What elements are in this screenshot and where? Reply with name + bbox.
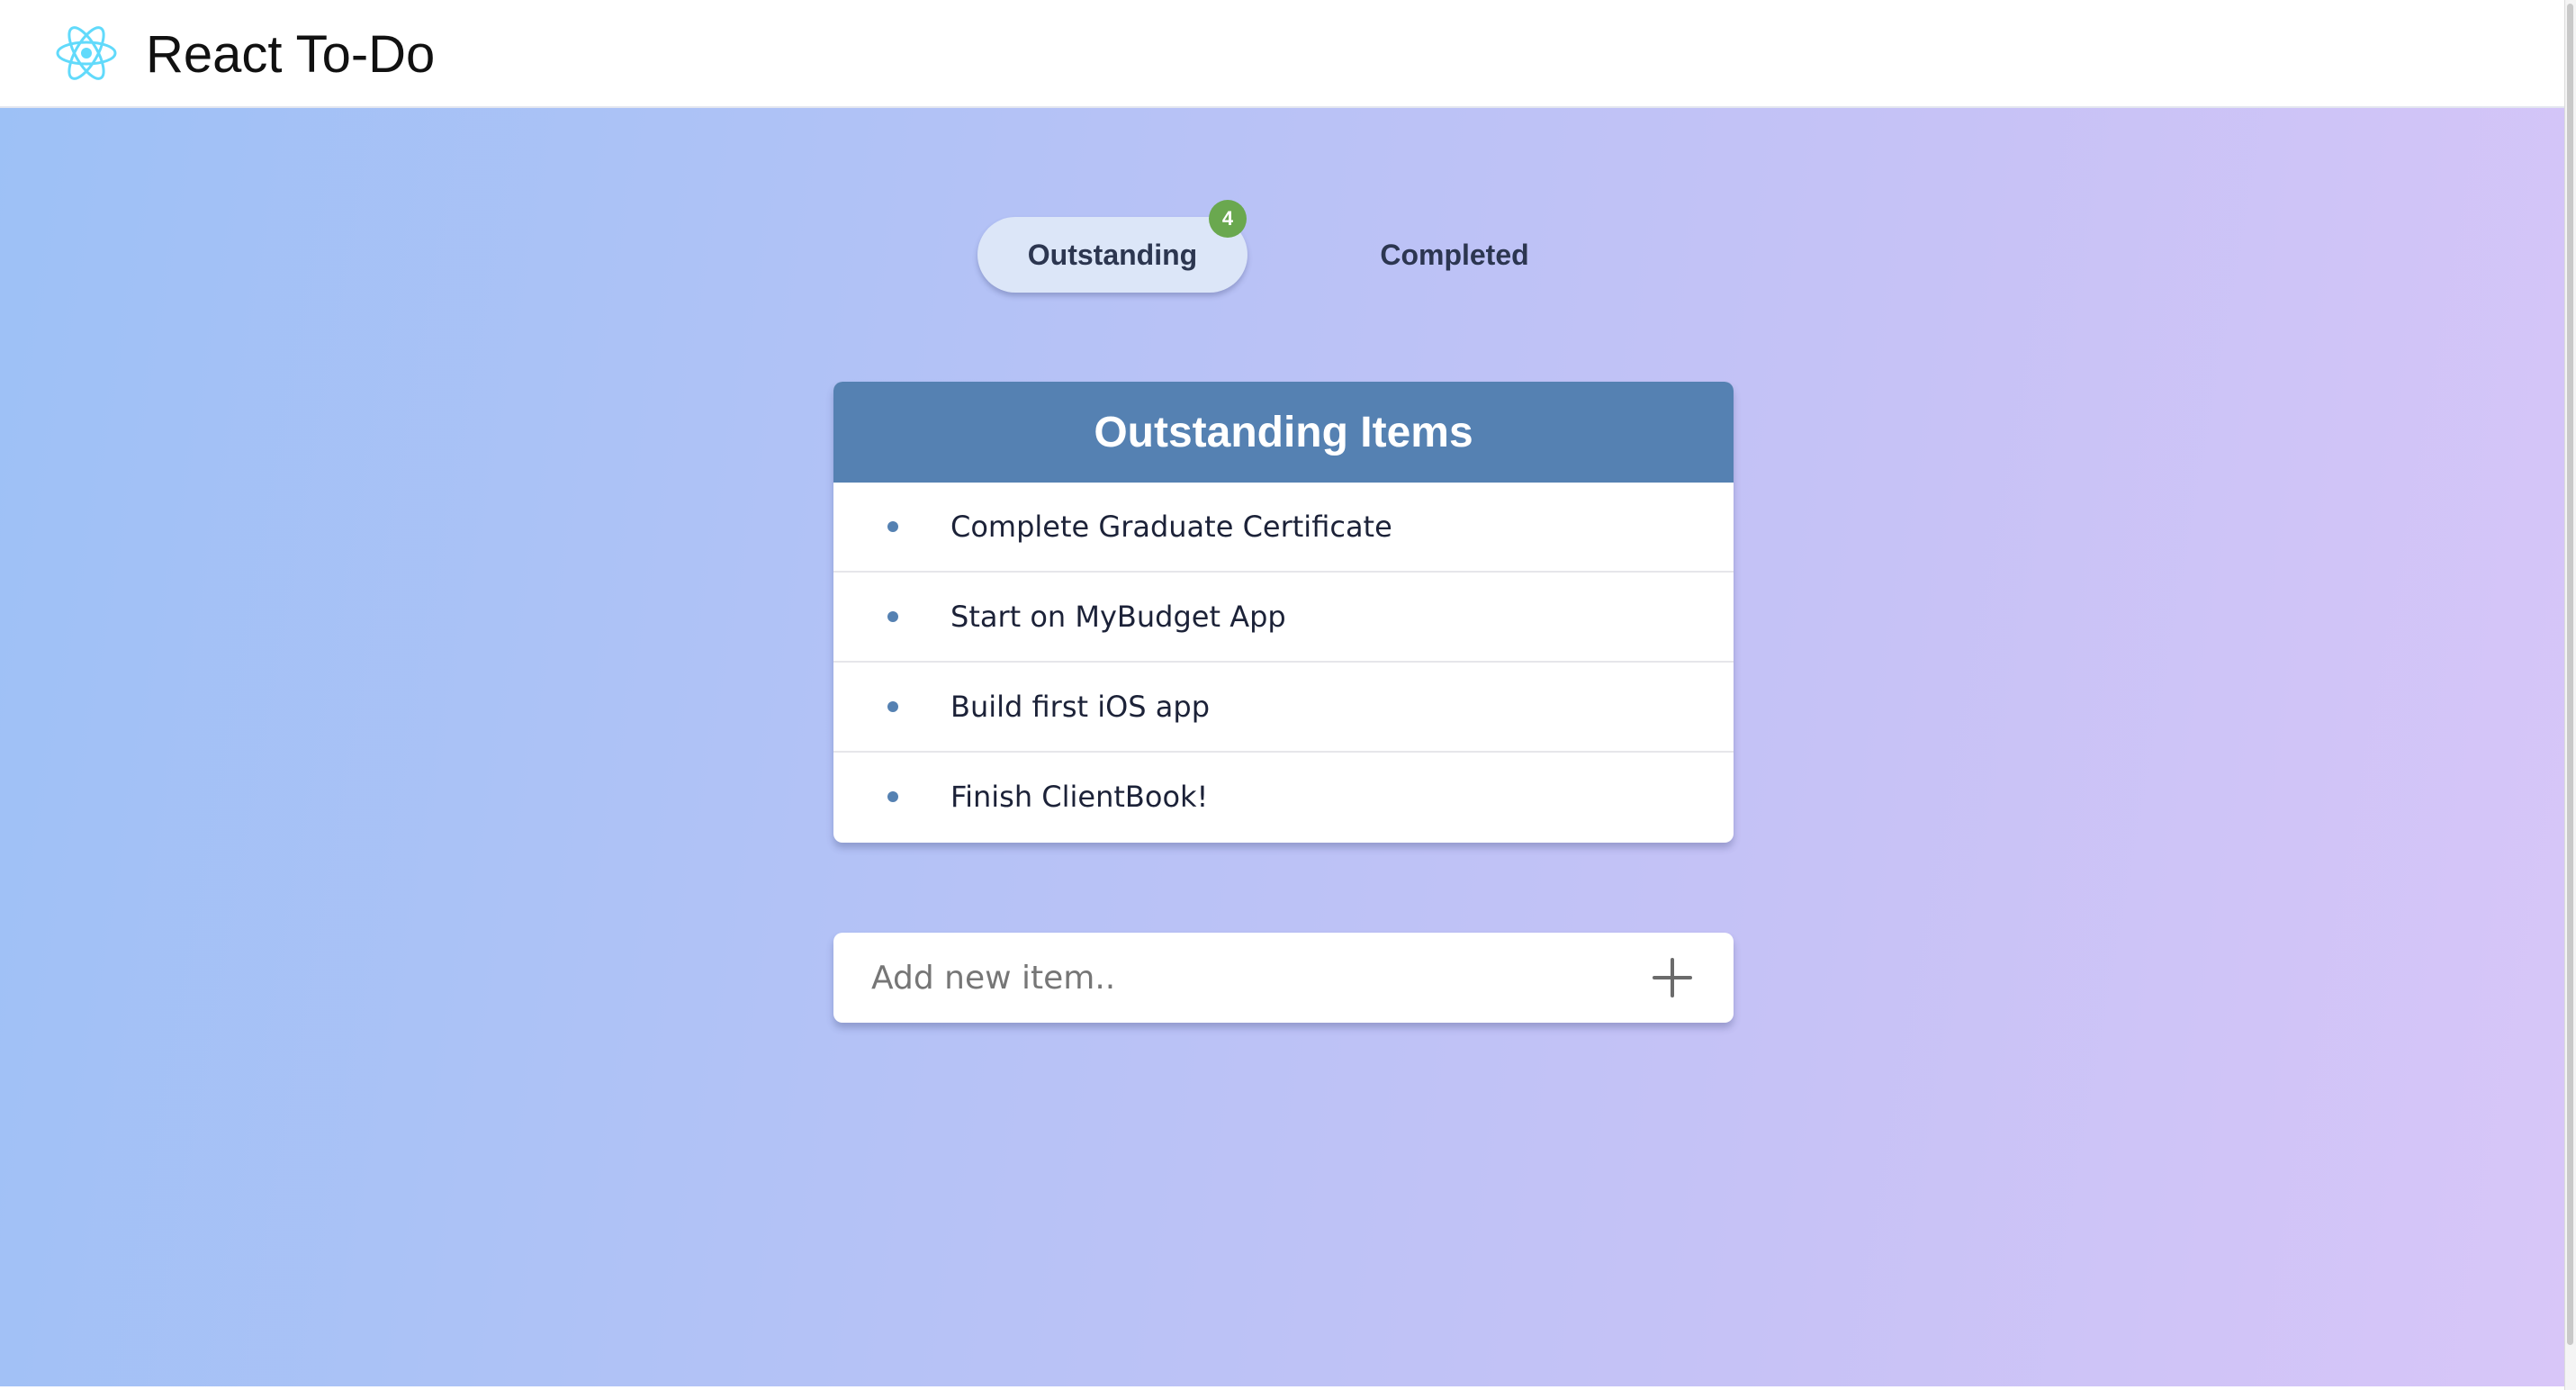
list-item[interactable]: Start on MyBudget App (833, 573, 1734, 663)
tab-completed[interactable]: Completed (1320, 217, 1590, 293)
tab-completed-label: Completed (1380, 238, 1529, 271)
list-item[interactable]: Complete Graduate Certificate (833, 483, 1734, 573)
list-item-text: Finish ClientBook! (950, 780, 1209, 814)
list-item[interactable]: Finish ClientBook! (833, 753, 1734, 841)
app-page: React To-Do Outstanding 4 Completed Outs… (0, 0, 2576, 1390)
bullet-icon (887, 791, 898, 802)
list-item-text: Complete Graduate Certificate (950, 510, 1392, 544)
add-item-form (833, 933, 1734, 1023)
react-atom-icon (56, 26, 117, 80)
app-title: React To-Do (146, 25, 436, 84)
page-scrollbar[interactable] (2564, 0, 2576, 1390)
tab-outstanding-label: Outstanding (1027, 238, 1198, 271)
list-item-text: Build first iOS app (950, 690, 1210, 724)
app-header: React To-Do (0, 0, 2565, 108)
bullet-icon (887, 521, 898, 532)
plus-icon[interactable] (1651, 956, 1694, 999)
tab-outstanding[interactable]: Outstanding (977, 217, 1247, 293)
card-title: Outstanding Items (833, 382, 1734, 483)
list-item-text: Start on MyBudget App (950, 600, 1286, 634)
bullet-icon (887, 611, 898, 622)
bullet-icon (887, 701, 898, 712)
outstanding-items-card: Outstanding Items Complete Graduate Cert… (833, 382, 1734, 843)
list-item[interactable]: Build first iOS app (833, 663, 1734, 753)
scrollbar-thumb[interactable] (2567, 4, 2573, 1345)
outstanding-count-badge: 4 (1209, 200, 1247, 238)
add-item-input[interactable] (871, 951, 1609, 1005)
